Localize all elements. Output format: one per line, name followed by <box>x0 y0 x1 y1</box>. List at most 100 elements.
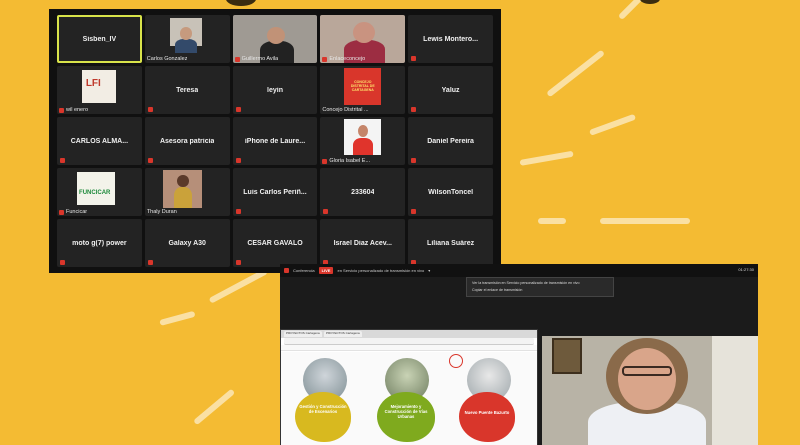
participant-tile[interactable]: leyin <box>232 66 318 114</box>
person-body <box>175 39 198 54</box>
mic-muted-icon <box>322 56 328 62</box>
participant-tile[interactable]: Galaxy A30 <box>144 219 230 267</box>
participant-label: Enlaceconcejo <box>322 56 365 62</box>
mic-muted-icon <box>235 107 241 112</box>
slide-caption: Mejoramiento y Construcción de Vías Urba… <box>384 404 428 419</box>
participant-name: Luis Carlos Periñ... <box>243 188 307 196</box>
participant-tile[interactable]: iPhone de Laure... <box>232 117 318 165</box>
mic-muted-icon <box>234 56 240 62</box>
window-light <box>712 336 758 445</box>
speaker-face <box>618 348 676 410</box>
decor-ray <box>538 218 566 224</box>
menu-item-copy-link[interactable]: Copiar el enlace de transmisión <box>472 287 608 294</box>
participant-tile[interactable]: Yaluz <box>408 66 493 114</box>
person-head <box>352 21 375 43</box>
participant-tile[interactable]: CESAR GAVALO <box>232 219 318 267</box>
participant-tile[interactable]: Carlos Gonzalez <box>144 15 230 63</box>
stream-menu: Ver la transmisión en Servicio personali… <box>466 277 614 297</box>
person-body <box>173 187 193 209</box>
participant-label: Funcicar <box>59 209 87 215</box>
mic-muted-icon <box>411 158 417 163</box>
chevron-down-icon[interactable]: ▾ <box>428 268 430 273</box>
participant-name: Guillermo Avila <box>241 56 279 62</box>
browser-tab[interactable]: PROYECTOS Cartagena <box>324 331 362 337</box>
participant-name: Daniel Pereira <box>427 137 474 145</box>
participant-tile[interactable]: Israel Diaz Acev... <box>320 219 406 267</box>
participant-logo-text: CONCEJO DISTRITAL DE CARTAGENA <box>350 80 375 93</box>
participant-name: CESAR GAVALO <box>247 239 303 247</box>
participant-name: Thaly Duran <box>146 209 177 215</box>
stream-service[interactable]: en Servicio personalizado de transmisión… <box>337 268 424 273</box>
mic-muted-icon <box>59 209 64 215</box>
participant-tile[interactable]: LFI wil enero <box>57 66 142 114</box>
participant-tile[interactable]: Daniel Pereira <box>408 117 493 165</box>
participant-tile[interactable]: Asesora patricia <box>144 117 230 165</box>
mic-muted-icon <box>322 158 328 164</box>
participant-label: Gloria Isabel E... <box>322 158 370 164</box>
participant-name: WilsonToncel <box>428 188 474 196</box>
decor-ray <box>588 113 637 136</box>
participant-tile[interactable]: Sisben_IV <box>57 15 142 63</box>
decor-ray <box>159 310 196 326</box>
participant-name: Liliana Suárez <box>427 239 475 247</box>
participant-name: Lewis Montero... <box>423 35 479 43</box>
participant-name: Teresa <box>176 86 199 94</box>
decor-shape <box>226 0 256 6</box>
slide-shape <box>459 392 515 442</box>
participant-tile[interactable]: Enlaceconcejo <box>320 15 406 63</box>
participant-tile[interactable]: CARLOS ALMA... <box>57 117 142 165</box>
decor-shape <box>640 0 660 4</box>
participant-label: Guillermo Avila <box>234 56 279 62</box>
decor-ray <box>519 150 574 166</box>
stream-timer: 01:27:30 <box>738 267 754 272</box>
participant-tile[interactable]: 233604 <box>320 168 406 216</box>
live-badge[interactable]: LIVE <box>318 267 334 274</box>
participant-tile[interactable]: Thaly Duran <box>144 168 230 216</box>
participant-tile[interactable]: FUNCICAR Funcicar <box>57 168 142 216</box>
participant-name: moto g(7) power <box>72 239 127 247</box>
browser-tab-strip: PROYECTOS Cartagena PROYECTOS Cartagena <box>281 330 537 338</box>
decor-ray <box>193 388 236 426</box>
participant-name: Enlaceconcejo <box>329 56 366 62</box>
participant-tile[interactable]: WilsonToncel <box>408 168 493 216</box>
browser-tab[interactable]: PROYECTOS Cartagena <box>284 331 322 337</box>
person-head <box>177 174 189 188</box>
participant-name: Carlos Gonzalez <box>146 56 188 62</box>
stream-source: Conferencia <box>293 268 315 273</box>
participant-name: Concejo Distrital ... <box>322 107 369 113</box>
participant-name: Israel Diaz Acev... <box>333 239 392 247</box>
participant-tile[interactable]: CONCEJO DISTRITAL DE CARTAGENA Concejo Di… <box>320 66 406 114</box>
mic-muted-icon <box>147 107 153 112</box>
decor-ray <box>208 268 268 304</box>
participant-name: wil enero <box>66 107 89 113</box>
participant-tile[interactable]: Lewis Montero... <box>408 15 493 63</box>
slide-caption: Gestión y Construcción de Escenarios <box>299 404 347 414</box>
zoom-gallery: Sisben_IV Carlos Gonzalez Guillermo Avila E… <box>49 9 501 273</box>
slide-caption: Nuevo Puente Bazurto <box>464 410 510 415</box>
record-icon <box>284 268 289 273</box>
participant-label: wil enero <box>59 107 88 113</box>
participant-logo-text: FUNCICAR <box>79 190 111 197</box>
stream-toolbar: Conferencia LIVE en Servicio personaliza… <box>280 264 758 277</box>
participant-tile[interactable]: Liliana Suárez <box>408 219 493 267</box>
slide-shape <box>295 392 351 442</box>
shared-screen: PROYECTOS Cartagena PROYECTOS Cartagena … <box>280 329 538 445</box>
participant-tile[interactable]: Gloria Isabel E... <box>320 117 406 165</box>
participant-tile[interactable]: Guillermo Avila <box>232 15 318 63</box>
livestream-window: Conferencia LIVE en Servicio personaliza… <box>280 264 758 445</box>
participant-name: leyin <box>267 86 283 94</box>
participant-label: Concejo Distrital ... <box>322 107 368 113</box>
tile-photo <box>77 171 115 206</box>
mic-muted-icon <box>411 56 417 61</box>
menu-item-view-stream[interactable]: Ver la transmisión en Servicio personali… <box>472 280 608 287</box>
participant-tile[interactable]: Teresa <box>144 66 230 114</box>
address-bar[interactable] <box>284 338 534 345</box>
participant-name: Asesora patricia <box>159 137 215 145</box>
participant-tile[interactable]: moto g(7) power <box>57 219 142 267</box>
mic-muted-icon <box>411 107 417 112</box>
presentation-slide: Gestión y Construcción de Escenarios Mej… <box>281 352 537 445</box>
participant-tile[interactable]: Luis Carlos Periñ... <box>232 168 318 216</box>
slide-marker <box>449 354 463 368</box>
participant-name: Sisben_IV <box>82 35 117 43</box>
participant-label: Carlos Gonzalez <box>147 56 188 62</box>
